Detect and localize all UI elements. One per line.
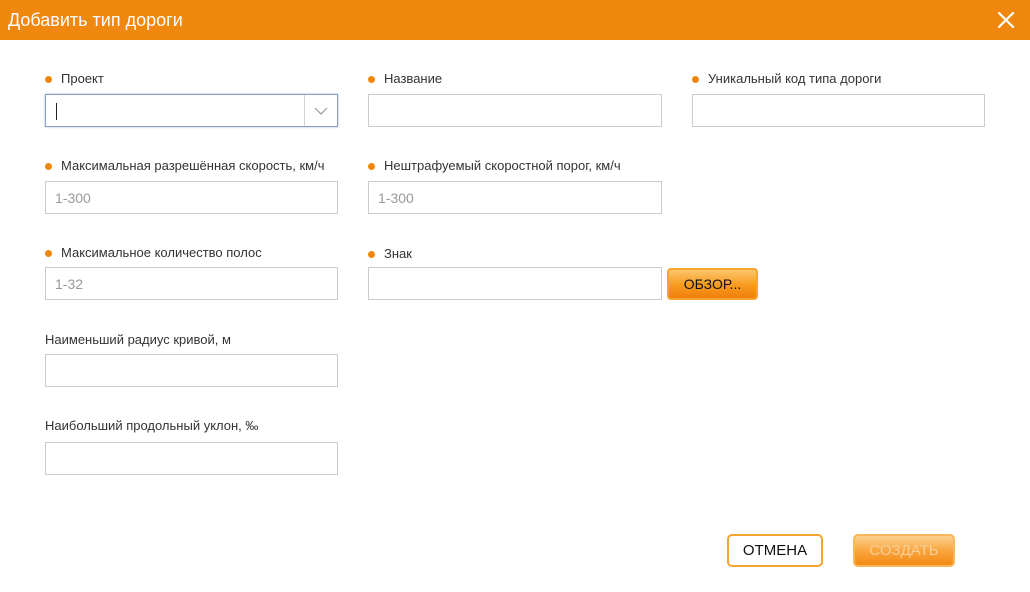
name-input[interactable] bbox=[368, 94, 662, 127]
text-cursor bbox=[56, 103, 57, 120]
sign-label: Знак bbox=[368, 246, 412, 262]
max-lanes-label: Максимальное количество полос bbox=[45, 245, 262, 261]
speed-threshold-input[interactable] bbox=[368, 181, 662, 214]
close-icon[interactable] bbox=[996, 10, 1016, 30]
dialog-header: Добавить тип дороги bbox=[0, 0, 1030, 40]
name-label: Название bbox=[368, 71, 442, 87]
max-speed-label: Максимальная разрешённая скорость, км/ч bbox=[45, 158, 325, 174]
select-divider bbox=[304, 95, 305, 126]
max-lanes-input[interactable] bbox=[45, 267, 338, 300]
speed-threshold-label: Нештрафуемый скоростной порог, км/ч bbox=[368, 158, 621, 174]
sign-file-input[interactable] bbox=[368, 267, 662, 300]
required-indicator bbox=[368, 76, 375, 83]
cancel-button[interactable]: ОТМЕНА bbox=[727, 534, 823, 567]
max-slope-input[interactable] bbox=[45, 442, 338, 475]
min-radius-input[interactable] bbox=[45, 354, 338, 387]
max-slope-label: Наибольший продольный уклон, ‰ bbox=[45, 418, 259, 433]
required-indicator bbox=[368, 163, 375, 170]
create-button[interactable]: СОЗДАТЬ bbox=[853, 534, 955, 567]
project-label: Проект bbox=[45, 71, 104, 87]
chevron-down-icon[interactable] bbox=[314, 104, 328, 123]
unique-code-input[interactable] bbox=[692, 94, 985, 127]
required-indicator bbox=[368, 251, 375, 258]
min-radius-label: Наименьший радиус кривой, м bbox=[45, 332, 231, 347]
browse-button[interactable]: ОБЗОР... bbox=[667, 268, 758, 300]
project-select[interactable] bbox=[45, 94, 338, 127]
required-indicator bbox=[45, 250, 52, 257]
dialog-title: Добавить тип дороги bbox=[8, 10, 183, 30]
max-speed-input[interactable] bbox=[45, 181, 338, 214]
required-indicator bbox=[692, 76, 699, 83]
unique-code-label: Уникальный код типа дороги bbox=[692, 71, 881, 87]
required-indicator bbox=[45, 163, 52, 170]
required-indicator bbox=[45, 76, 52, 83]
